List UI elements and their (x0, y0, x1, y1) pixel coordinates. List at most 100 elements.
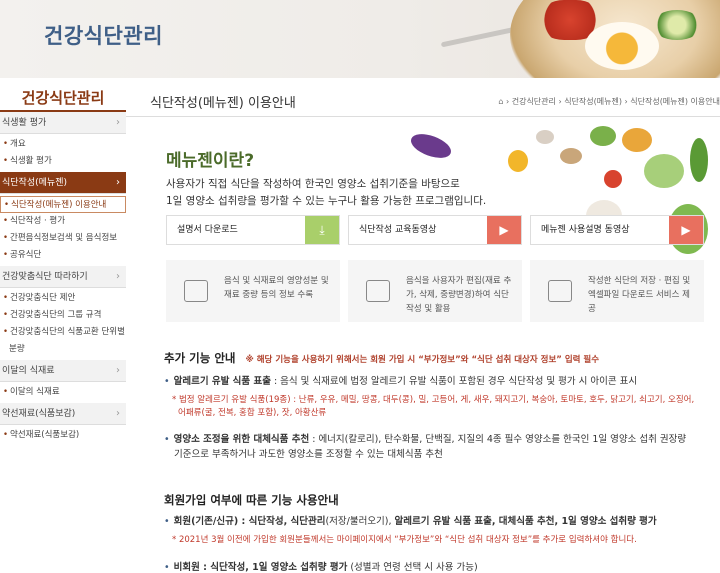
sidebar-item-overview[interactable]: • 개요 (0, 136, 126, 153)
sidebar-item-label: 식단작성(메뉴젠) 이용안내 (11, 200, 107, 210)
sidebar-item-label: 식단작성 · 평가 (10, 216, 66, 226)
sidebar-item-custom-diet-group[interactable]: • 건강맞춤식단의 그룹 규격 (0, 307, 126, 324)
guest-label: 비회원 : 식단작성, 1일 영양소 섭취량 평가 (173, 562, 348, 573)
allergy-list-line: 어패류(굴, 전복, 홍합 포함), 잣, 아황산류 (178, 408, 327, 418)
sidebar-group-yakseon[interactable]: 약선재료(식품보감) › (0, 403, 126, 425)
sidebar-item-label: 건강맞춤식단의 그룹 규격 (10, 310, 102, 320)
sidebar-item-label: 건강맞춤식단의 식품교환 단위별 (10, 327, 125, 337)
pepper-icon (508, 150, 528, 172)
feature-text: 음식 및 식재료의 영양성분 및 재료 중량 등의 정보 수록 (224, 276, 329, 300)
allergy-label: 알레르기 유발 식품 표출 (173, 376, 271, 387)
sidebar-item-custom-diet-suggest[interactable]: • 건강맞춤식단 제안 (0, 290, 126, 307)
feature-box-save-export: 작성한 식단의 저장 · 편집 및 엑셀파일 다운로드 서비스 제공 (530, 260, 704, 322)
feature-text: 음식을 사용자가 편집(재료 추가, 삭제, 중량변경)하여 식단작성 및 활용 (406, 276, 512, 314)
intro-title: 메뉴젠이란? (166, 151, 255, 171)
leaf-icon (590, 126, 616, 146)
breadcrumb-item[interactable]: 건강식단관리 (512, 97, 556, 106)
breadcrumb-item: 식단작성(메뉴젠) 이용안내 (630, 97, 720, 106)
sidebar-title: 건강식단관리 (0, 78, 126, 112)
bowl-icon (366, 280, 390, 302)
sidebar-item-menugen-guide[interactable]: • 식단작성(메뉴젠) 이용안내 (0, 196, 126, 213)
download-icon: ⤓ (305, 216, 339, 244)
sidebar-item-label: 개요 (10, 139, 26, 149)
sidebar-item-food-exchange-cont[interactable]: 분량 (0, 341, 126, 358)
eggplant-icon (407, 129, 455, 163)
member-notice: * 2021년 3월 이전에 가입한 회원분들께서는 마이페이지에서 “부가정보… (172, 535, 637, 545)
member-label: 회원(기존/신규) : 식단작성, 식단관리 (173, 516, 326, 527)
home-icon[interactable]: ⌂ (498, 97, 503, 106)
sidebar-item-label: 이달의 식재료 (10, 387, 60, 397)
cooking-icon (184, 280, 208, 302)
section-additional-features-title: 추가 기능 안내 ※ 해당 기능을 사용하기 위해서는 회원 가입 시 “부가정… (164, 350, 599, 366)
button-label: 메뉴젠 사용설명 동영상 (541, 225, 630, 235)
substitute-food-feature: • 영양소 조정을 위한 대체식품 추천 : 에너지(칼로리), 탄수화물, 단백… (164, 434, 687, 460)
education-video-button[interactable]: 식단작성 교육동영상 ▶ (348, 215, 522, 245)
sidebar-item-label: 간편음식정보검색 및 음식정보 (10, 233, 118, 243)
main-content: 식단작성(메뉴젠) 이용안내 ⌂ › 건강식단관리 › 식단작성(메뉴젠) › … (126, 78, 720, 573)
section-note: ※ 해당 기능을 사용하기 위해서는 회원 가입 시 “부가정보”와 “식단 섭… (245, 355, 600, 365)
pumpkin-icon (622, 128, 652, 152)
sidebar-item-label: 분량 (9, 344, 25, 354)
sidebar-item-yakseon[interactable]: • 약선재료(식품보감) (0, 427, 126, 444)
section-member-features-title: 회원가입 여부에 따른 기능 사용안내 (164, 493, 339, 507)
feature-text: 작성한 식단의 저장 · 편집 및 엑셀파일 다운로드 서비스 제공 (588, 276, 691, 314)
button-label: 설명서 다운로드 (177, 225, 238, 235)
sidebar-item-monthly-ingredient[interactable]: • 이달의 식재료 (0, 384, 126, 401)
usage-video-button[interactable]: 메뉴젠 사용설명 동영상 ▶ (530, 215, 704, 245)
cabbage-icon (644, 154, 684, 188)
mushroom-icon (536, 130, 554, 144)
breadcrumb: ⌂ › 건강식단관리 › 식단작성(메뉴젠) › 식단작성(메뉴젠) 이용안내 (498, 97, 720, 106)
button-label: 식단작성 교육동영상 (359, 225, 437, 235)
chevron-right-icon: › (116, 365, 120, 376)
sidebar-group-menugen[interactable]: 식단작성(메뉴젠) › (0, 172, 126, 194)
chevron-right-icon: › (116, 177, 120, 188)
sidebar-item-menu-write[interactable]: • 식단작성 · 평가 (0, 213, 126, 230)
egg-image (585, 22, 659, 70)
intro-desc-line: 1일 영양소 섭취량을 평가할 수 있는 누구나 활용 가능한 프로그램입니다. (166, 195, 487, 207)
feature-box-nutrition-info: 음식 및 식재료의 영양성분 및 재료 중량 등의 정보 수록 (166, 260, 340, 322)
chevron-right-icon: › (116, 408, 120, 419)
substitute-text: : 에너지(칼로리), 탄수화물, 단백질, 지질의 4종 필수 영양소를 한국… (309, 434, 687, 445)
allergy-list-line: * 법정 알레르기 유발 식품(19종) : 난류, 우유, 메밀, 땅콩, 대… (172, 395, 695, 405)
manual-download-button[interactable]: 설명서 다운로드 ⤓ (166, 215, 340, 245)
feature-box-menu-edit: 음식을 사용자가 편집(재료 추가, 삭제, 중량변경)하여 식단작성 및 활용 (348, 260, 522, 322)
member-feature: • 회원(기존/신규) : 식단작성, 식단관리(저장/불러오기), 알레르기 유… (164, 516, 657, 527)
sidebar-group-diet-evaluation[interactable]: 식생활 평가 › (0, 112, 126, 134)
section-title: 추가 기능 안내 (164, 351, 236, 365)
substitute-label: 영양소 조정을 위한 대체식품 추천 (173, 434, 310, 445)
sidebar-item-label: 약선재료(식품보감) (10, 430, 80, 440)
chevron-right-icon: › (116, 117, 120, 128)
potato-icon (560, 148, 582, 164)
play-icon: ▶ (487, 216, 521, 244)
sidebar-group-label: 이달의 식재료 (2, 366, 55, 376)
sidebar-group-monthly-ingredient[interactable]: 이달의 식재료 › (0, 360, 126, 382)
sidebar-group-label: 건강맞춤식단 따라하기 (2, 272, 88, 282)
allergy-text: : 음식 및 식재료에 법정 알레르기 유발 식품이 포함된 경우 식단작성 및… (270, 376, 638, 387)
sidebar-item-label: 식생활 평가 (10, 156, 52, 166)
sidebar-item-food-search[interactable]: • 간편음식정보검색 및 음식정보 (0, 230, 126, 247)
intro-description: 사용자가 직접 식단을 작성하여 한국인 영양소 섭취기준을 바탕으로 1일 영… (166, 176, 546, 210)
banner-title: 건강식단관리 (44, 24, 163, 48)
intro-desc-line: 사용자가 직접 식단을 작성하여 한국인 영양소 섭취기준을 바탕으로 (166, 178, 460, 190)
sidebar-group-label: 약선재료(식품보감) (2, 409, 76, 419)
page: 건강식단관리 건강식단관리 식생활 평가 › • 개요 • 식생활 평가 식단작성(… (0, 0, 720, 573)
sidebar-item-label: 건강맞춤식단 제안 (10, 293, 76, 303)
document-icon (548, 280, 572, 302)
divider (126, 116, 720, 117)
sidebar: 건강식단관리 식생활 평가 › • 개요 • 식생활 평가 식단작성(메뉴젠) › … (0, 78, 126, 573)
cucumber-icon (690, 138, 708, 182)
play-icon: ▶ (669, 216, 703, 244)
allergy-food-list: * 법정 알레르기 유발 식품(19종) : 난류, 우유, 메밀, 땅콩, 대… (172, 394, 702, 420)
sidebar-item-diet-evaluation[interactable]: • 식생활 평가 (0, 153, 126, 170)
sidebar-item-shared-menu[interactable]: • 공유식단 (0, 247, 126, 264)
guest-text: (성별과 연령 선택 시 사용 가능) (347, 562, 478, 573)
substitute-text: 기준으로 부족하거나 과도한 영양소를 조정할 수 있는 대체식품 추천 (174, 449, 443, 460)
sidebar-group-label: 식단작성(메뉴젠) (2, 178, 67, 188)
guest-feature: • 비회원 : 식단작성, 1일 영양소 섭취량 평가 (성별과 연령 선택 시 … (164, 562, 478, 573)
sidebar-group-custom-diet[interactable]: 건강맞춤식단 따라하기 › (0, 266, 126, 288)
tomato-icon (604, 170, 622, 188)
sidebar-item-food-exchange[interactable]: • 건강맞춤식단의 식품교환 단위별 (0, 324, 126, 341)
sidebar-group-label: 식생활 평가 (2, 118, 47, 128)
page-title: 식단작성(메뉴젠) 이용안내 (150, 96, 296, 111)
breadcrumb-item[interactable]: 식단작성(메뉴젠) (564, 97, 622, 106)
